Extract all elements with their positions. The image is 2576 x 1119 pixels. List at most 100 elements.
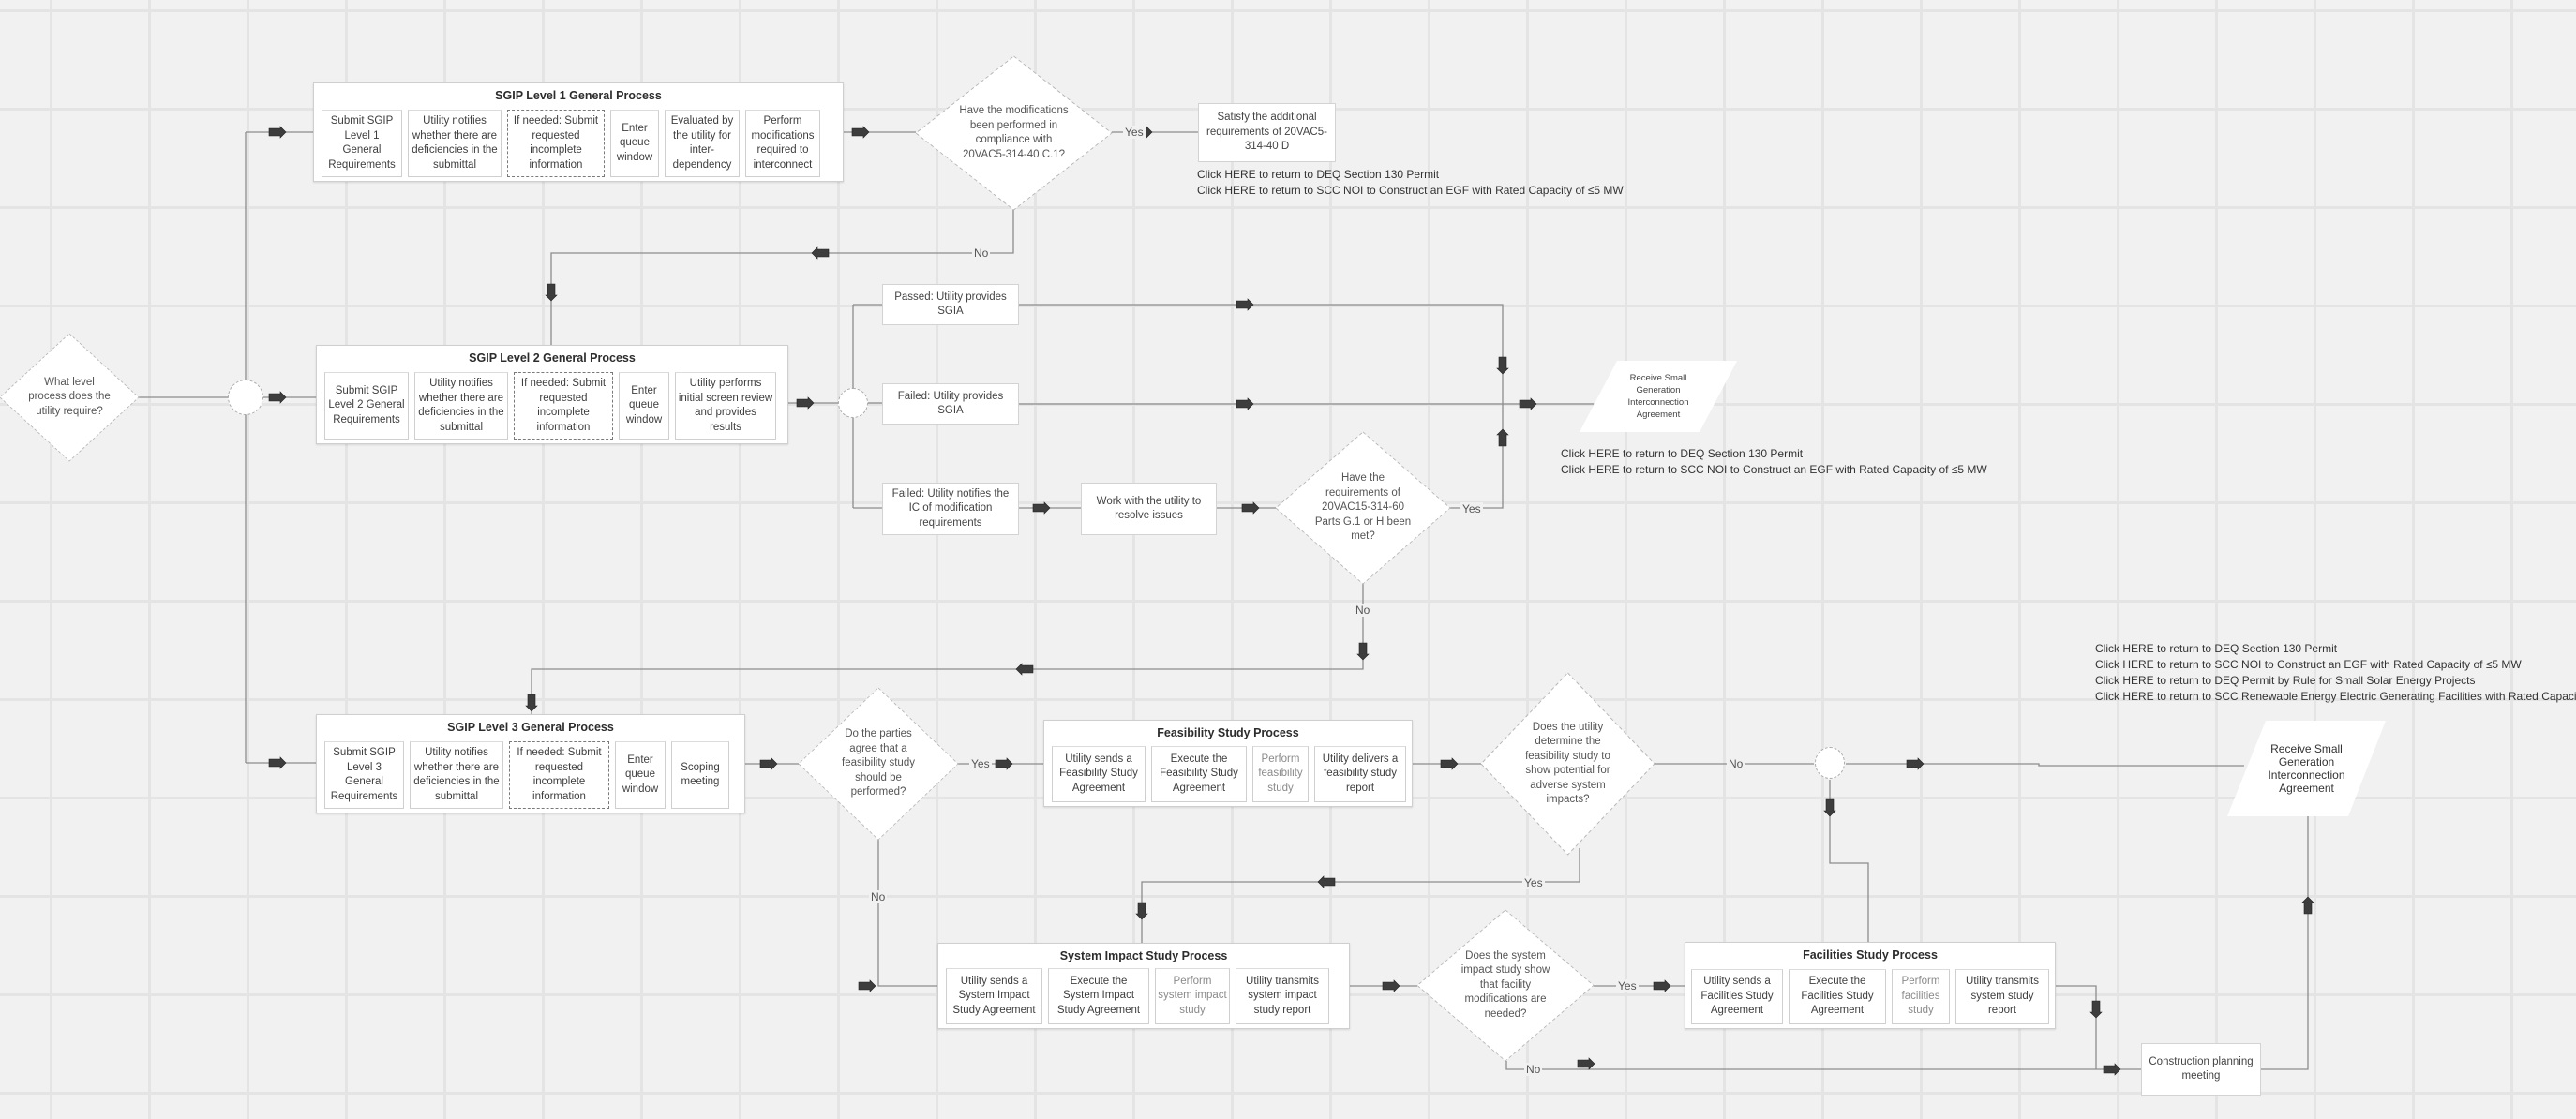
step-perform-facilities-study[interactable]: Perform facilities study [1892,969,1950,1024]
yes-label: Yes [1522,876,1545,889]
construction-planning-box[interactable]: Construction planning meeting [2141,1043,2261,1096]
step-perform-feasibility-study[interactable]: Perform feasibility study [1252,746,1309,802]
link-deq-section-130[interactable]: Click HERE to return to DEQ Section 130 … [1561,446,1987,462]
link-scc-noi-egf[interactable]: Click HERE to return to SCC NOI to Const… [1561,462,1987,478]
arrow-right-icon [851,126,870,139]
step-scoping-meeting[interactable]: Scoping meeting [671,741,729,809]
receive-sgia-2[interactable]: Receive Small Generation Interconnection… [2227,721,2386,816]
outcome-failed-sgia-box[interactable]: Failed: Utility provides SGIA [882,383,1019,425]
decision-modifications-compliance[interactable]: Have the modifications been performed in… [915,55,1113,211]
step-execute-system-impact-agreement[interactable]: Execute the System Impact Study Agreemen… [1048,968,1149,1024]
step-submit-requirements[interactable]: Submit SGIP Level 3 General Requirements [324,741,404,809]
connector [1846,763,2244,767]
link-scc-renewable-facilities[interactable]: Click HERE to return to SCC Renewable En… [2095,689,2576,705]
decision-requirements-met[interactable]: Have the requirements of 20VAC15-314-60 … [1275,431,1451,585]
parallelogram-text: Receive Small Generation Interconnection… [1627,373,1689,420]
arrow-up-icon [1496,428,1509,447]
step-enter-queue[interactable]: Enter queue window [610,110,659,177]
arrow-right-icon [1519,397,1537,410]
step-enter-queue[interactable]: Enter queue window [615,741,666,809]
outcome-passed-box[interactable]: Passed: Utility provides SGIA [882,284,1019,325]
box-text: Construction planning meeting [2149,1055,2254,1082]
arrow-right-icon [1906,757,1925,770]
step-utility-notifies[interactable]: Utility notifies whether there are defic… [410,741,503,809]
yes-label: Yes [1616,979,1639,992]
no-label: No [972,246,991,260]
step-transmit-system-impact-report[interactable]: Utility transmits system impact study re… [1236,968,1329,1024]
link-deq-section-130[interactable]: Click HERE to return to DEQ Section 130 … [1197,167,1624,183]
process-title: SGIP Level 3 General Process [447,721,614,734]
arrow-right-icon [1440,757,1459,770]
decision-text: Have the requirements of 20VAC15-314-60 … [1314,472,1412,543]
link-deq-section-130[interactable]: Click HERE to return to DEQ Section 130 … [2095,641,2576,657]
arrow-right-icon [1241,501,1260,515]
sgip-level-1-process[interactable]: SGIP Level 1 General Process Submit SGIP… [313,82,844,182]
facilities-study-process[interactable]: Facilities Study Process Utility sends a… [1685,942,2056,1029]
step-send-system-impact-agreement[interactable]: Utility sends a System Impact Study Agre… [946,968,1042,1024]
step-initial-screen-review[interactable]: Utility performs initial screen review a… [675,372,776,440]
step-send-feasibility-agreement[interactable]: Utility sends a Feasibility Study Agreem… [1052,746,1146,802]
step-utility-notifies[interactable]: Utility notifies whether there are defic… [414,372,508,440]
box-text: Passed: Utility provides SGIA [894,291,1007,318]
box-text: Work with the utility to resolve issues [1096,495,1202,522]
step-execute-facilities-agreement[interactable]: Execute the Facilities Study Agreement [1789,969,1886,1024]
decision-facility-modifications[interactable]: Does the system impact study show that f… [1416,909,1595,1062]
arrow-down-icon [525,694,538,712]
outcome-failed-notify-box[interactable]: Failed: Utility notifies the IC of modif… [882,483,1019,535]
work-with-utility-box[interactable]: Work with the utility to resolve issues [1081,483,1217,535]
step-submit-incomplete-info[interactable]: If needed: Submit requested incomplete i… [507,110,605,177]
step-enter-queue[interactable]: Enter queue window [619,372,669,440]
decision-level-required[interactable]: What level process does the utility requ… [0,333,140,462]
receive-sgia-1[interactable]: Receive Small Generation Interconnection… [1580,361,1737,432]
arrow-down-icon [1356,642,1370,661]
no-label: No [1524,1063,1543,1076]
link-scc-noi-egf[interactable]: Click HERE to return to SCC NOI to Const… [1197,183,1624,199]
arrow-right-icon [995,757,1013,770]
connector [1019,304,1504,404]
process-title: SGIP Level 2 General Process [469,351,636,365]
arrow-down-icon [2089,1000,2103,1019]
arrow-right-icon [268,756,287,769]
arrow-down-icon [545,283,558,302]
box-text: Failed: Utility provides SGIA [897,390,1004,417]
return-links-3: Click HERE to return to DEQ Section 130 … [2095,641,2576,705]
arrow-down-icon [1135,902,1148,920]
system-impact-study-process[interactable]: System Impact Study Process Utility send… [937,943,1350,1029]
decision-feasibility-agree[interactable]: Do the parties agree that a feasibility … [798,687,959,841]
step-transmit-system-study-report[interactable]: Utility transmits system study report [1955,969,2049,1024]
decision-adverse-impacts[interactable]: Does the utility determine the feasibili… [1480,672,1655,856]
connector [2056,985,2097,1069]
arrow-right-icon [268,391,287,404]
step-submit-incomplete-info[interactable]: If needed: Submit requested incomplete i… [509,741,609,809]
step-submit-requirements[interactable]: Submit SGIP Level 2 General Requirements [324,372,409,440]
arrow-right-icon [1032,501,1051,515]
arrow-down-icon [1496,356,1509,375]
link-deq-permit-by-rule[interactable]: Click HERE to return to DEQ Permit by Ru… [2095,673,2576,689]
process-title: Feasibility Study Process [1157,726,1299,739]
step-perform-modifications[interactable]: Perform modifications required to interc… [745,110,820,177]
decision-text: Does the utility determine the feasibili… [1525,721,1610,806]
yes-label: Yes [969,757,992,770]
step-evaluated[interactable]: Evaluated by the utility for inter-depen… [665,110,740,177]
step-execute-feasibility-agreement[interactable]: Execute the Feasibility Study Agreement [1151,746,1247,802]
parallelogram-text: Receive Small Generation Interconnection… [2268,742,2345,795]
link-scc-noi-egf[interactable]: Click HERE to return to SCC NOI to Const… [2095,657,2576,673]
sgip-level-3-process[interactable]: SGIP Level 3 General Process Submit SGIP… [316,714,745,813]
feasibility-study-process[interactable]: Feasibility Study Process Utility sends … [1043,720,1413,807]
process-title: System Impact Study Process [1059,949,1228,962]
arrow-right-icon [2103,1063,2121,1076]
step-send-facilities-agreement[interactable]: Utility sends a Facilities Study Agreeme… [1691,969,1783,1024]
decision-text: What level process does the utility requ… [28,376,111,417]
step-utility-notifies[interactable]: Utility notifies whether there are defic… [408,110,502,177]
no-label: No [1727,757,1745,770]
step-submit-requirements[interactable]: Submit SGIP Level 1 General Requirements [322,110,402,177]
arrow-right-icon [1382,979,1400,992]
step-deliver-feasibility-report[interactable]: Utility delivers a feasibility study rep… [1314,746,1406,802]
junction-circle-3 [1815,747,1845,779]
sgip-level-2-process[interactable]: SGIP Level 2 General Process Submit SGIP… [316,345,788,444]
no-label: No [1354,604,1372,617]
step-submit-incomplete-info[interactable]: If needed: Submit requested incomplete i… [514,372,613,440]
satisfy-requirements-box[interactable]: Satisfy the additional requirements of 2… [1198,103,1336,162]
arrow-left-icon [811,246,830,260]
step-perform-system-impact-study[interactable]: Perform system impact study [1155,968,1230,1024]
